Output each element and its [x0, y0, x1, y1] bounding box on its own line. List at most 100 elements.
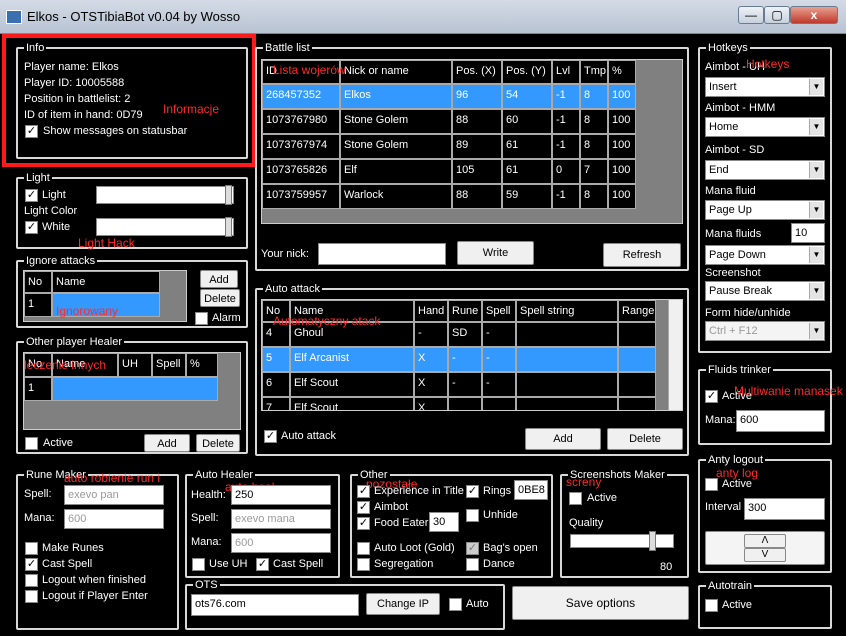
battle-cell[interactable]: 89 — [452, 134, 502, 159]
segregation-checkbox[interactable] — [357, 558, 370, 571]
autoattack-cell[interactable]: 7 — [262, 397, 290, 410]
battle-cell[interactable]: 96 — [452, 84, 502, 109]
interval-spinner[interactable]: Λ V — [705, 531, 825, 565]
close-button[interactable]: x — [790, 6, 838, 24]
healer-row-no[interactable]: 1 — [24, 377, 52, 401]
food-eater-checkbox[interactable]: ✓ — [357, 517, 370, 530]
alarm-checkbox[interactable] — [195, 312, 208, 325]
battle-cell[interactable]: 100 — [608, 109, 636, 134]
battle-cell[interactable]: 8 — [580, 134, 608, 159]
battle-col-6[interactable]: % — [608, 60, 636, 84]
autoattack-cell[interactable] — [618, 397, 656, 410]
autoattack-cell[interactable] — [516, 347, 618, 372]
battle-cell[interactable]: 8 — [580, 84, 608, 109]
autoattack-cell[interactable]: Elf Scout — [290, 397, 414, 410]
ignore-add-button[interactable]: Add — [200, 270, 238, 288]
autoattack-cell[interactable]: X — [414, 372, 448, 397]
autoattack-cell[interactable] — [516, 372, 618, 397]
change-ip-button[interactable]: Change IP — [366, 593, 440, 615]
battle-cell[interactable]: -1 — [552, 84, 580, 109]
autoattack-cell[interactable]: Elf Scout — [290, 372, 414, 397]
autotrain-active-checkbox[interactable] — [705, 599, 718, 612]
interval-input[interactable]: 300 — [744, 498, 825, 520]
rings-checkbox[interactable]: ✓ — [466, 485, 479, 498]
refresh-button[interactable]: Refresh — [603, 243, 681, 267]
battle-cell[interactable]: 100 — [608, 84, 636, 109]
autoattack-cell[interactable]: X — [414, 397, 448, 410]
fluids-mana-input[interactable]: 600 — [736, 410, 825, 432]
autoattack-delete-button[interactable]: Delete — [607, 428, 683, 450]
autoattack-cell[interactable] — [482, 397, 516, 410]
ignore-row-no[interactable]: 1 — [24, 293, 52, 317]
battle-grid[interactable]: ID Nick or name Pos. (X) Pos. (Y) Lvl Tmp% 268… — [261, 59, 683, 224]
battle-cell[interactable]: Warlock — [340, 184, 452, 209]
battle-cell[interactable]: 8 — [580, 184, 608, 209]
auto-loot-checkbox[interactable] — [357, 542, 370, 555]
use-uh-checkbox[interactable] — [192, 558, 205, 571]
aimbot-sd-select[interactable]: End ▼ — [705, 160, 825, 180]
battle-cell[interactable]: Elkos — [340, 84, 452, 109]
battle-cell[interactable]: -1 — [552, 109, 580, 134]
logout-finished-checkbox[interactable] — [25, 574, 38, 587]
light-color-slider[interactable] — [96, 217, 234, 237]
heal-mana-input[interactable]: 600 — [231, 533, 331, 553]
battle-cell[interactable]: 1073765826 — [262, 159, 340, 184]
battle-cell[interactable]: 100 — [608, 184, 636, 209]
autoattack-cell[interactable] — [448, 397, 482, 410]
autoattack-cell[interactable] — [516, 322, 618, 347]
battle-cell[interactable]: 8 — [580, 109, 608, 134]
antylog-active-checkbox[interactable] — [705, 478, 718, 491]
light-slider[interactable] — [96, 185, 234, 205]
auto-attack-checkbox[interactable]: ✓ — [264, 430, 277, 443]
battle-cell[interactable]: 61 — [502, 134, 552, 159]
battle-col-5[interactable]: Tmp — [580, 60, 608, 84]
autoattack-cell[interactable]: - — [482, 347, 516, 372]
battle-cell[interactable]: Stone Golem — [340, 134, 452, 159]
screenshot-select[interactable]: Pause Break ▼ — [705, 281, 825, 301]
maximize-button[interactable]: ▢ — [764, 6, 790, 24]
healer-delete-button[interactable]: Delete — [196, 434, 240, 452]
shots-active-checkbox[interactable] — [569, 492, 582, 505]
autoattack-cell[interactable]: SD — [448, 322, 482, 347]
heal-cast-spell-checkbox[interactable]: ✓ — [256, 558, 269, 571]
aimbot-checkbox[interactable]: ✓ — [357, 501, 370, 514]
battle-cell[interactable]: 105 — [452, 159, 502, 184]
mana-fluid-select[interactable]: Page Up ▼ — [705, 200, 825, 220]
healer-row-sel[interactable] — [52, 377, 218, 401]
rune-cast-spell-checkbox[interactable]: ✓ — [25, 558, 38, 571]
battle-cell[interactable]: 1073767974 — [262, 134, 340, 159]
server-input[interactable]: ots76.com — [191, 594, 359, 616]
autoattack-cell[interactable]: - — [448, 372, 482, 397]
mana-fluids-count-input[interactable]: 10 — [791, 223, 825, 243]
save-options-button[interactable]: Save options — [512, 586, 689, 620]
unhide-checkbox[interactable] — [466, 509, 479, 522]
battle-cell[interactable]: -1 — [552, 134, 580, 159]
battle-cell[interactable]: 268457352 — [262, 84, 340, 109]
white-checkbox[interactable]: ✓ — [25, 221, 38, 234]
interval-up-button[interactable]: Λ — [744, 534, 786, 548]
autoattack-add-button[interactable]: Add — [525, 428, 601, 450]
battle-cell[interactable]: Elf — [340, 159, 452, 184]
autoattack-col-5[interactable]: Spell string — [516, 300, 618, 322]
exp-title-checkbox[interactable]: ✓ — [357, 485, 370, 498]
battle-cell[interactable]: 61 — [502, 159, 552, 184]
light-color-slider-thumb[interactable] — [225, 217, 232, 237]
rune-mana-input[interactable]: 600 — [64, 509, 164, 529]
ots-auto-checkbox[interactable] — [449, 598, 462, 611]
ignore-delete-button[interactable]: Delete — [200, 289, 240, 307]
autoattack-cell[interactable] — [618, 322, 656, 347]
quality-slider-thumb[interactable] — [648, 531, 656, 551]
autoattack-cell[interactable]: 6 — [262, 372, 290, 397]
autoattack-col-3[interactable]: Rune — [448, 300, 482, 322]
aimbot-hmm-select[interactable]: Home ▼ — [705, 117, 825, 137]
autoattack-cell[interactable] — [618, 347, 656, 372]
battle-cell[interactable]: 88 — [452, 184, 502, 209]
battle-cell[interactable]: 100 — [608, 159, 636, 184]
autoattack-cell[interactable]: - — [482, 372, 516, 397]
battle-cell[interactable]: 60 — [502, 109, 552, 134]
minimize-button[interactable]: — — [738, 6, 764, 24]
healer-active-checkbox[interactable] — [25, 437, 38, 450]
autoattack-cell[interactable] — [516, 397, 618, 410]
food-eater-input[interactable]: 30 — [429, 512, 459, 532]
battle-cell[interactable]: 54 — [502, 84, 552, 109]
